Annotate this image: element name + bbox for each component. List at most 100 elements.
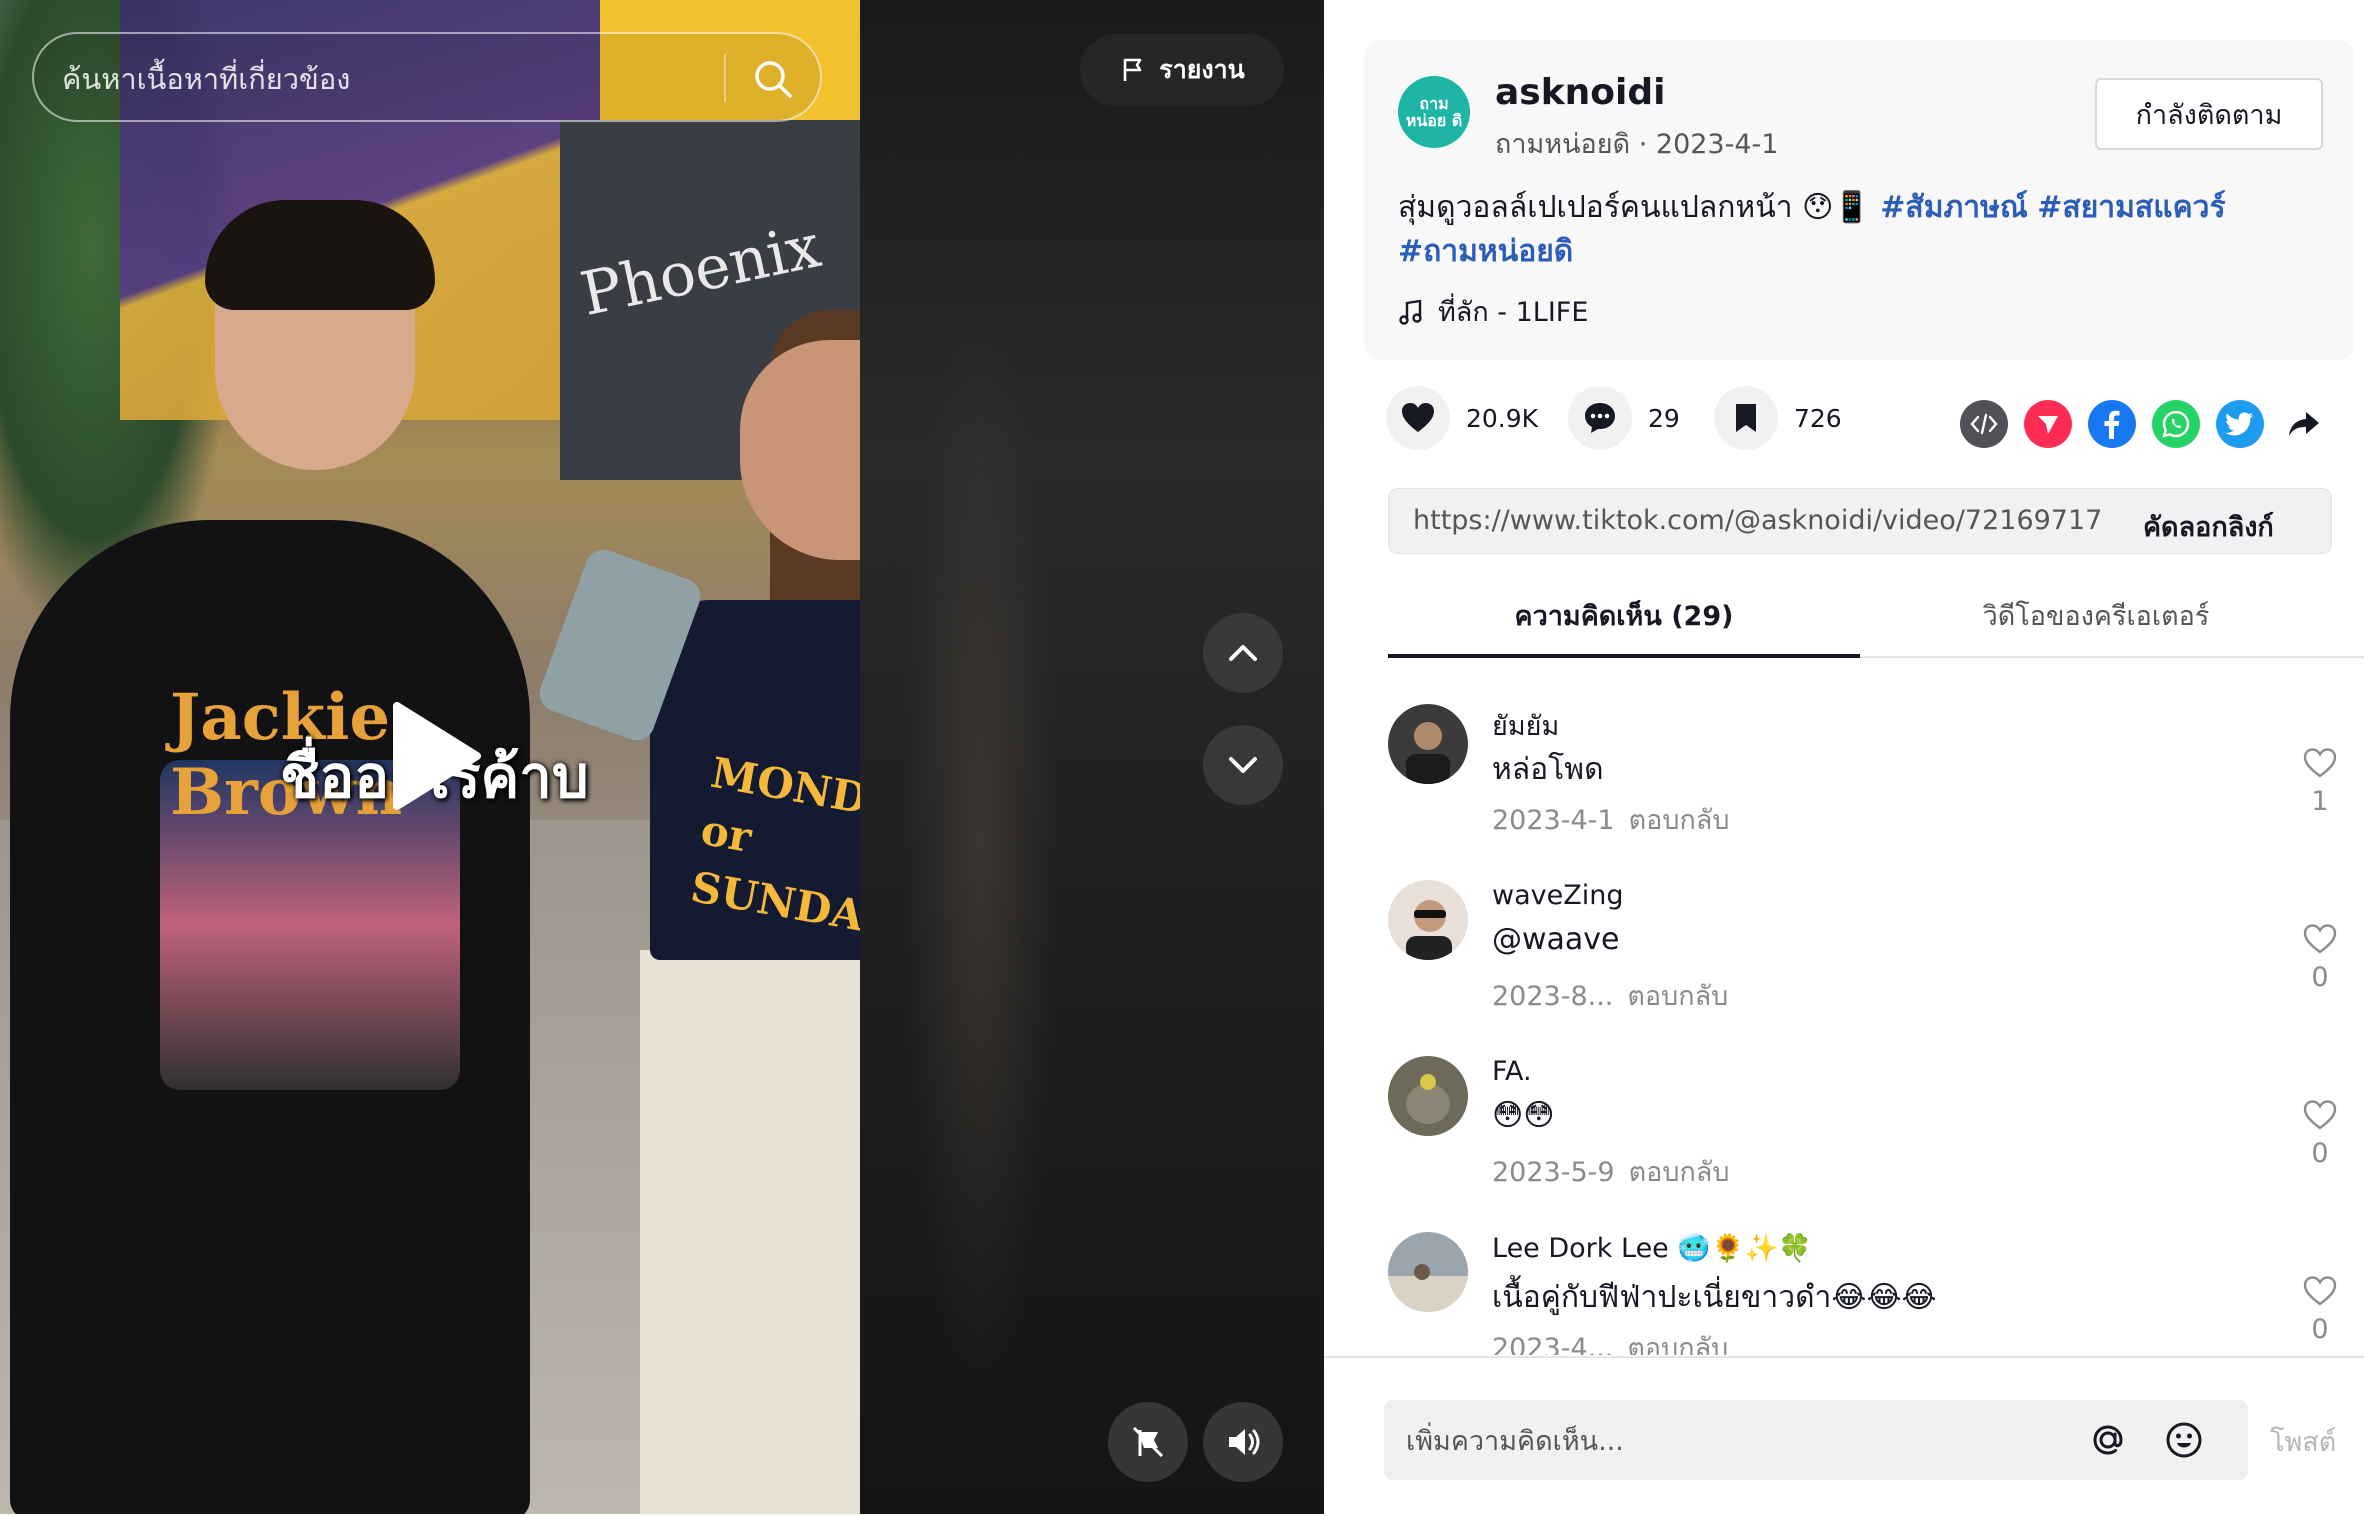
- comment-avatar[interactable]: [1388, 1056, 1468, 1136]
- video-player[interactable]: Phoenix MONDAY or SUNDAY Jackie Brown ชื…: [0, 0, 1324, 1514]
- creator-display-name: ถามหน่อยดิ: [1495, 129, 1631, 160]
- comment-item: FA. 😳😳 2023-5-9 ตอบกลับ 0: [1388, 1042, 2348, 1212]
- comment-like-count: 0: [2311, 1314, 2329, 1345]
- creator-avatar[interactable]: ถาม หน่อย ดิ: [1398, 76, 1470, 148]
- report-button[interactable]: รายงาน: [1080, 34, 1284, 106]
- disable-pip-button[interactable]: [1108, 1402, 1188, 1482]
- search-input[interactable]: [60, 54, 714, 104]
- comment-text: เนื้อคู่กับฟีฟ่าปะเนี่ยขาวดำ😂😂😂: [1492, 1280, 1937, 1315]
- share-arrow-icon: [2289, 412, 2319, 436]
- comment-meta: 2023-8... ตอบกลับ: [1492, 974, 1728, 1017]
- tab-comments[interactable]: ความคิดเห็น (29): [1388, 594, 1860, 637]
- hashtag-link[interactable]: #สัมภาษณ์: [1880, 190, 2027, 225]
- comment-like-count: 1: [2311, 786, 2329, 817]
- like-button[interactable]: [1386, 386, 1450, 450]
- bookmark-icon: [1736, 404, 1756, 432]
- play-icon[interactable]: [385, 698, 485, 814]
- comment-input[interactable]: [1404, 1416, 2008, 1466]
- comment-action[interactable]: 29: [1568, 386, 1680, 450]
- heart-outline-icon: [2303, 1276, 2337, 1306]
- creator-username[interactable]: asknoidi: [1495, 72, 1665, 113]
- comment-item: Lee Dork Lee 🥶🌻✨🍀 เนื้อคู่กับฟีฟ่าปะเนี่…: [1388, 1218, 2348, 1355]
- reply-button[interactable]: ตอบกลับ: [1627, 981, 1728, 1012]
- comment-author[interactable]: FA.: [1492, 1056, 1532, 1087]
- embed-button[interactable]: [1960, 400, 2008, 448]
- video-link[interactable]: https://www.tiktok.com/@asknoidi/video/7…: [1413, 505, 2103, 536]
- save-count: 726: [1794, 403, 1842, 433]
- heart-icon: [1402, 403, 1434, 432]
- facebook-icon: [2104, 410, 2120, 439]
- reply-button[interactable]: ตอบกลับ: [1627, 1333, 1728, 1355]
- tab-creator-videos[interactable]: วิดีโอของครีเอเตอร์: [1860, 594, 2332, 637]
- comment-meta: 2023-5-9 ตอบกลับ: [1492, 1150, 1729, 1193]
- next-video-button[interactable]: [1203, 725, 1283, 805]
- comment-like-button[interactable]: 0: [2296, 922, 2344, 993]
- comment-like-button[interactable]: 0: [2296, 1274, 2344, 1345]
- comment-meta: 2023-4... ตอบกลับ: [1492, 1326, 1728, 1355]
- post-date: 2023-4-1: [1655, 129, 1779, 160]
- user-avatar-icon: [1388, 880, 1468, 960]
- whatsapp-icon: [2162, 410, 2190, 438]
- previous-video-button[interactable]: [1203, 613, 1283, 693]
- comment-like-button[interactable]: 0: [2296, 1098, 2344, 1169]
- flag-icon: [1123, 58, 1142, 81]
- avatar-logo-text: ถาม หน่อย ดิ: [1405, 94, 1463, 130]
- user-avatar-icon: [1388, 1056, 1468, 1136]
- comment-author[interactable]: Lee Dork Lee 🥶🌻✨🍀: [1492, 1232, 1812, 1264]
- hashtag-link[interactable]: #ถามหน่อยดิ: [1398, 234, 1573, 269]
- subline-separator: ·: [1630, 129, 1656, 160]
- twitter-icon: [2225, 412, 2253, 436]
- comment-box[interactable]: [1384, 1400, 2248, 1480]
- comment-avatar[interactable]: [1388, 704, 1468, 784]
- following-button[interactable]: กำลังติดตาม: [2095, 78, 2323, 150]
- search-button[interactable]: [742, 48, 804, 110]
- volume-button[interactable]: [1203, 1402, 1283, 1482]
- save-button[interactable]: [1714, 386, 1778, 450]
- twitter-share-button[interactable]: [2216, 400, 2264, 448]
- chevron-up-icon: [1229, 645, 1257, 661]
- comment-date: 2023-8...: [1492, 981, 1614, 1012]
- comment-text: หล่อโพด: [1492, 752, 1604, 787]
- hashtag-link[interactable]: #สยามสแควร์: [2037, 190, 2225, 225]
- comment-date: 2023-4-1: [1492, 805, 1615, 836]
- comment-list[interactable]: ยัมยัม หล่อโพด 2023-4-1 ตอบกลับ 1 waveZi…: [1388, 690, 2348, 1355]
- user-avatar-icon: [1388, 1232, 1468, 1312]
- more-share-button[interactable]: [2280, 400, 2328, 448]
- mention-button[interactable]: [2084, 1416, 2132, 1464]
- reply-button[interactable]: ตอบกลับ: [1629, 805, 1730, 836]
- comment-date: 2023-4...: [1492, 1333, 1614, 1355]
- comment-author[interactable]: ยัมยัม: [1492, 704, 1559, 747]
- comment-author[interactable]: waveZing: [1492, 880, 1623, 911]
- send-to-friends-button[interactable]: [2024, 400, 2072, 448]
- whatsapp-share-button[interactable]: [2152, 400, 2200, 448]
- heart-outline-icon: [2303, 924, 2337, 954]
- comment-date: 2023-5-9: [1492, 1157, 1615, 1188]
- post-info-card: ถาม หน่อย ดิ asknoidi ถามหน่อยดิ · 2023-…: [1364, 40, 2354, 360]
- girl-shirt-print: MONDAY or SUNDAY: [687, 747, 860, 946]
- comment-avatar[interactable]: [1388, 880, 1468, 960]
- comment-like-count: 0: [2311, 1138, 2329, 1169]
- details-panel: ถาม หน่อย ดิ asknoidi ถามหน่อยดิ · 2023-…: [1324, 0, 2364, 1516]
- comment-button[interactable]: [1568, 386, 1632, 450]
- report-label: รายงาน: [1159, 55, 1245, 84]
- like-action[interactable]: 20.9K: [1386, 386, 1538, 450]
- heart-outline-icon: [2303, 1100, 2337, 1130]
- heart-outline-icon: [2303, 748, 2337, 778]
- save-action[interactable]: 726: [1714, 386, 1842, 450]
- post-comment-button[interactable]: โพสต์: [2270, 1420, 2336, 1463]
- active-tab-indicator: [1388, 654, 1860, 658]
- action-bar: 20.9K 29 726: [1386, 386, 2356, 462]
- comment-avatar[interactable]: [1388, 1232, 1468, 1312]
- post-description: สุ่มดูวอลล์เปเปอร์คนแปลกหน้า 😯📱 #สัมภาษณ…: [1398, 186, 2298, 274]
- boy-hair: [205, 200, 435, 310]
- search-bar[interactable]: [32, 32, 822, 122]
- comment-like-count: 0: [2311, 962, 2329, 993]
- comment-text: 😳😳: [1492, 1098, 1555, 1133]
- copy-link-button[interactable]: คัดลอกลิงก์: [2143, 505, 2274, 548]
- facebook-share-button[interactable]: [2088, 400, 2136, 448]
- emoji-icon: [2166, 1422, 2202, 1458]
- comment-like-button[interactable]: 1: [2296, 746, 2344, 817]
- emoji-button[interactable]: [2160, 1416, 2208, 1464]
- reply-button[interactable]: ตอบกลับ: [1629, 1157, 1730, 1188]
- music-info[interactable]: ที่ลัก - 1LIFE: [1398, 290, 1588, 333]
